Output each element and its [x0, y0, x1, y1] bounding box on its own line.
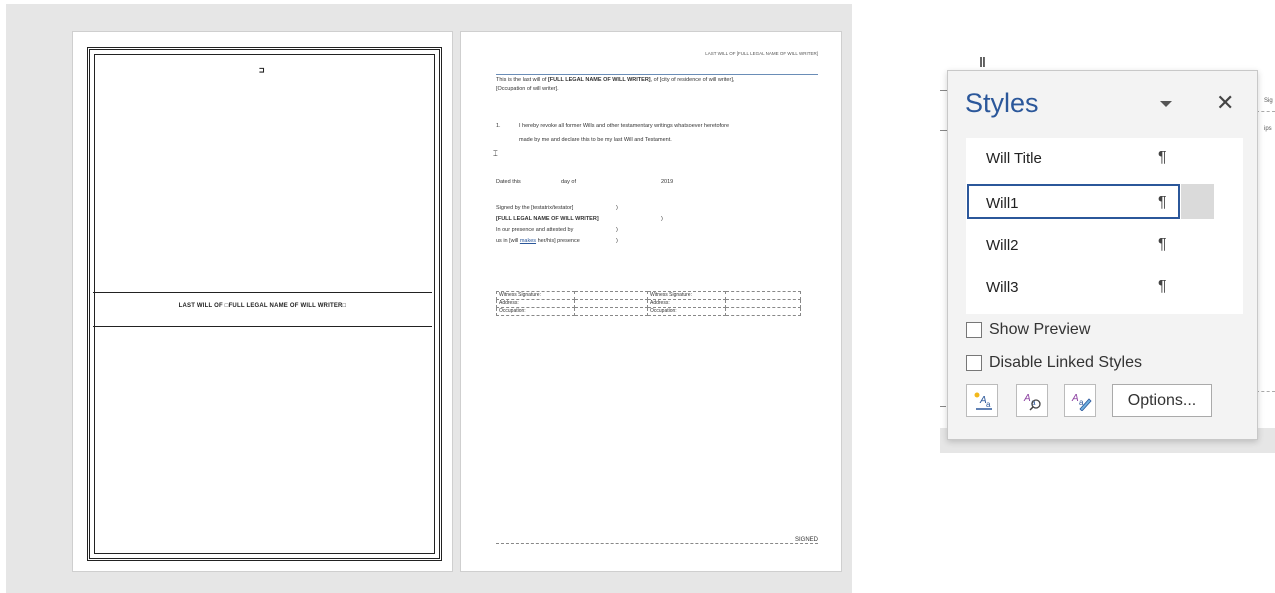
table-cell[interactable]: [574, 307, 648, 316]
style-label: Will2: [986, 237, 1019, 254]
new-style-button[interactable]: A a: [966, 384, 998, 417]
cover-page[interactable]: ⊐ LAST WILL OF □FULL LEGAL NAME OF WILL …: [72, 31, 453, 572]
title-top-rule: [93, 292, 432, 293]
document-canvas[interactable]: ⊐ LAST WILL OF □FULL LEGAL NAME OF WILL …: [6, 4, 852, 593]
paren-4: ): [616, 238, 618, 244]
disable-linked-styles-label: Disable Linked Styles: [989, 354, 1142, 371]
day-of-label: day of: [561, 179, 576, 185]
table-cell[interactable]: [574, 299, 648, 308]
background-rule: [1256, 111, 1275, 112]
paragraph-mark-icon: ¶: [1158, 236, 1167, 253]
show-preview-checkbox[interactable]: [966, 322, 982, 338]
style-inspector-button[interactable]: A a: [1016, 384, 1048, 417]
page-header: LAST WILL OF [FULL LEGAL NAME OF WILL WR…: [705, 51, 818, 56]
presence-prefix: us in [will: [496, 238, 520, 244]
pane-title: Styles: [965, 88, 1039, 118]
dated-label: Dated this: [496, 179, 521, 185]
styles-pane[interactable]: Styles ✕ Will Title ¶ Will1 ¶ Will2 ¶ Wi…: [947, 70, 1258, 440]
manage-styles-icon: A a: [1071, 393, 1092, 411]
style-item-will2[interactable]: Will2 ¶: [966, 225, 1243, 265]
intro-suffix: , of [city of residence of will writer],: [650, 77, 735, 83]
intro-line-2[interactable]: [Occupation of will writer].: [496, 86, 559, 93]
table-row: Occupation: Occupation:: [496, 307, 801, 316]
table-cell[interactable]: Address:: [647, 299, 726, 308]
paragraph-mark-icon: ¶: [1158, 194, 1167, 211]
style-label: Will3: [986, 279, 1019, 296]
background-rule: [1256, 391, 1275, 392]
table-cell[interactable]: [725, 299, 801, 308]
clause-line-1[interactable]: I hereby revoke all former Wills and oth…: [519, 123, 729, 130]
paragraph-mark-icon: ¶: [1158, 278, 1167, 295]
show-preview-label: Show Preview: [989, 321, 1091, 338]
presence-line-2: us in [will makes her/his] presence: [496, 238, 580, 245]
footer-rule: [496, 543, 818, 544]
new-style-icon: A a: [974, 392, 992, 410]
clause-number: 1.: [496, 123, 501, 129]
column-marker-icon: ‖: [979, 54, 986, 70]
disable-linked-styles-checkbox[interactable]: [966, 355, 982, 371]
table-row: Address: Address:: [496, 299, 801, 308]
style-item-will3[interactable]: Will3 ¶: [966, 267, 1243, 307]
table-cell[interactable]: Witness Signature:: [496, 291, 575, 300]
background-text: ips: [1264, 126, 1272, 132]
style-list[interactable]: Will Title ¶ Will1 ¶ Will2 ¶ Will3 ¶: [966, 138, 1243, 314]
close-icon[interactable]: ✕: [1216, 91, 1234, 115]
manage-styles-button[interactable]: A a: [1064, 384, 1096, 417]
will-page[interactable]: LAST WILL OF [FULL LEGAL NAME OF WILL WR…: [460, 31, 842, 572]
svg-text:a: a: [986, 400, 991, 409]
name-field[interactable]: [FULL LEGAL NAME OF WILL WRITER]: [548, 77, 651, 83]
style-menu-dropdown-area[interactable]: [1181, 184, 1214, 219]
signed-name-field[interactable]: [FULL LEGAL NAME OF WILL WRITER]: [496, 216, 599, 223]
style-label: Will Title: [986, 150, 1042, 167]
paragraph-mark-icon: ¶: [1158, 149, 1167, 166]
title-bottom-rule: [93, 326, 432, 327]
background-text: Sig: [1264, 98, 1273, 104]
presence-line-1: In our presence and attested by: [496, 227, 574, 233]
paren-3: ): [616, 227, 618, 233]
intro-prefix: This is the last will of: [496, 77, 548, 83]
text-cursor-icon: ⌶: [493, 149, 498, 158]
table-cell[interactable]: Occupation:: [496, 307, 575, 316]
content-control-marker: ⊐: [259, 66, 265, 76]
footer-label: SIGNED: [792, 537, 818, 543]
table-row: Witness Signature: Witness Signature:: [496, 291, 801, 300]
table-cell[interactable]: Address:: [496, 299, 575, 308]
svg-text:A: A: [1023, 393, 1031, 404]
witness-table[interactable]: Witness Signature: Witness Signature: Ad…: [496, 291, 801, 316]
table-cell[interactable]: Occupation:: [647, 307, 726, 316]
pane-options-chevron-icon[interactable]: [1160, 101, 1172, 107]
table-cell[interactable]: [574, 291, 648, 300]
signed-line: Signed by the [testatrix/testator]: [496, 205, 574, 211]
style-item-will1[interactable]: Will1 ¶: [966, 183, 1243, 223]
clause-line-2[interactable]: made by me and declare this to be my las…: [519, 137, 672, 144]
intro-line-1[interactable]: This is the last will of [FULL LEGAL NAM…: [496, 77, 734, 84]
presence-suffix: her/his] presence: [536, 238, 580, 244]
svg-text:A: A: [1071, 393, 1079, 404]
cover-title[interactable]: LAST WILL OF □FULL LEGAL NAME OF WILL WR…: [73, 303, 452, 309]
style-inspector-icon: A a: [1023, 393, 1041, 411]
paren-2: ): [661, 216, 663, 222]
table-cell[interactable]: [725, 307, 801, 316]
table-cell[interactable]: [725, 291, 801, 300]
style-label: Will1: [986, 195, 1019, 212]
paren-1: ): [616, 205, 618, 211]
header-rule: [496, 74, 818, 75]
background-rule: [940, 406, 946, 407]
year-value[interactable]: 2019: [661, 179, 673, 186]
style-item-will-title[interactable]: Will Title ¶: [966, 138, 1243, 178]
table-cell[interactable]: Witness Signature:: [647, 291, 726, 300]
misspelled-word[interactable]: makes: [520, 238, 536, 244]
options-button[interactable]: Options...: [1112, 384, 1212, 417]
